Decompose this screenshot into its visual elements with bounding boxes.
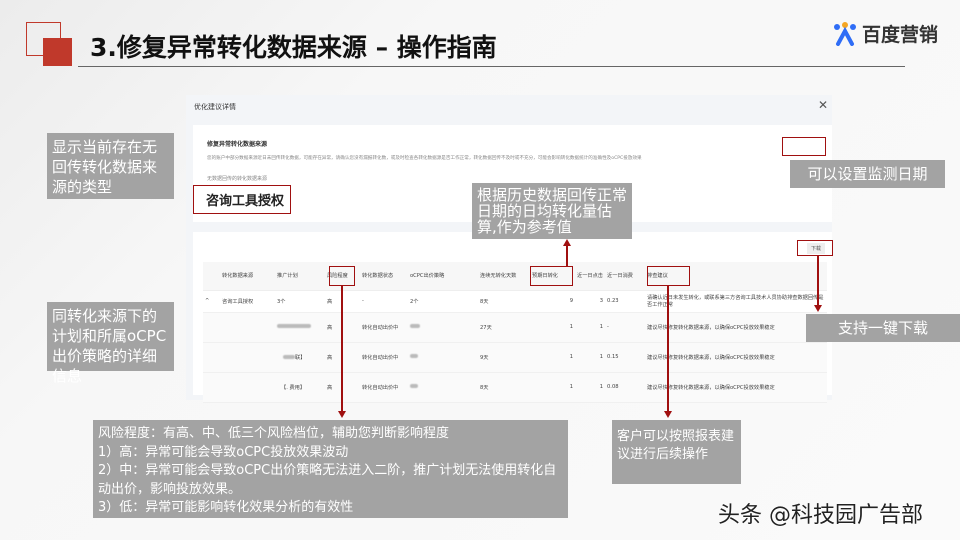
cell-ocpc: 2个 xyxy=(408,290,478,313)
card-title: 修复异常转化数据来源 xyxy=(207,141,268,148)
highlight-download xyxy=(797,240,833,256)
callout-download: 支持一键下载 xyxy=(806,314,960,342)
callout-source-type: 显示当前存在无回传转化数据来源的类型 xyxy=(47,133,174,199)
risk-line: 风险程度：有高、中、低三个风险档位，辅助您判断影响程度 xyxy=(98,426,450,441)
cell-days: 27天 xyxy=(478,312,530,343)
slide-title: 3.修复异常转化数据来源 – 操作指南 xyxy=(90,33,497,62)
table-row: 高 转化自动出价中 27天 1 1 - 建议尽快修复转化数据来源，以确保oCPC… xyxy=(203,312,827,343)
cell-risk: 高 xyxy=(325,312,360,343)
cell-source: 咨询工具授权 xyxy=(220,290,275,313)
suggest-arrow-line xyxy=(667,286,669,412)
close-icon[interactable]: ✕ xyxy=(818,98,828,112)
cell-clicks: 1 xyxy=(575,372,605,403)
cell-status: 转化自动出价中 xyxy=(360,372,408,403)
table-header: 转化数据来源 推广计划 风险程度 转化数据状态 oCPC出价策略 连续无转化天数… xyxy=(203,262,827,291)
arrow-down-icon xyxy=(814,305,822,312)
cell-clicks: 1 xyxy=(575,312,605,343)
col-plan: 推广计划 xyxy=(275,262,325,291)
logo-icon xyxy=(834,21,856,46)
cell-ocpc xyxy=(408,312,478,343)
arrow-up-icon xyxy=(563,239,571,246)
cell-days: 8天 xyxy=(478,290,530,313)
risk-line: 1）高：异常可能会导致oCPC投放效果波动 xyxy=(98,444,349,460)
cell-risk: 高 xyxy=(325,372,360,403)
cell-days: 8天 xyxy=(478,372,530,403)
cell-suggest: 建议尽快修复转化数据来源，以确保oCPC投放效果稳定 xyxy=(645,372,827,403)
cell-spend: 0.08 xyxy=(605,372,645,403)
expected-arrow-line xyxy=(566,245,568,266)
download-arrow-line xyxy=(817,256,819,306)
cell-risk: 高 xyxy=(325,290,360,313)
cell-clicks: 1 xyxy=(575,342,605,373)
cell-spend: 0.23 xyxy=(605,290,645,313)
decor-filled-square xyxy=(43,38,72,66)
highlight-settings xyxy=(782,137,826,156)
cell-status: 转化自动出价中 xyxy=(360,312,408,343)
cell-plan: 3个 xyxy=(275,290,325,313)
col-spend: 近一日消费 xyxy=(605,262,645,291)
risk-arrow-line xyxy=(341,286,343,412)
callout-detail: 同转化来源下的计划和所属oCPC出价策略的详细信息 xyxy=(47,302,174,385)
table-card: 下载 转化数据来源 推广计划 风险程度 转化数据状态 oCPC出价策略 连续无转… xyxy=(193,232,832,403)
cell-plan: 【. 费用】 xyxy=(275,372,325,403)
callout-risk-levels: 风险程度：有高、中、低三个风险档位，辅助您判断影响程度 1）高：异常可能会导致o… xyxy=(93,420,568,518)
cell-expected: 1 xyxy=(530,372,575,403)
cell-ocpc xyxy=(408,342,478,373)
callout-settings: 可以设置监测日期 xyxy=(790,160,945,188)
table-row: ^ 咨询工具授权 3个 高 - 2个 8天 9 3 0.23 请确认近日未发生转… xyxy=(203,290,827,313)
title-divider xyxy=(78,66,905,67)
arrow-down-icon xyxy=(338,411,346,418)
risk-line: 2）中：异常可能会导致oCPC出价策略无法进入二阶，推广计划无法使用转化自动出价… xyxy=(98,463,557,497)
cell-expected: 9 xyxy=(530,290,575,313)
cell-status: 转化自动出价中 xyxy=(360,342,408,373)
source-type-box: 咨询工具授权 xyxy=(193,185,291,214)
data-table: 转化数据来源 推广计划 风险程度 转化数据状态 oCPC出价策略 连续无转化天数… xyxy=(203,262,827,403)
cell-suggest: 建议尽快修复转化数据来源，以确保oCPC投放效果稳定 xyxy=(645,312,827,343)
cell-plan: 联】 xyxy=(275,342,325,373)
arrow-down-icon xyxy=(664,411,672,418)
cell-spend: 0.15 xyxy=(605,342,645,373)
col-status: 转化数据状态 xyxy=(360,262,408,291)
cell-suggest: 建议尽快修复转化数据来源，以确保oCPC投放效果稳定 xyxy=(645,342,827,373)
col-days: 连续无转化天数 xyxy=(478,262,530,291)
cell-status: - xyxy=(360,290,408,313)
cell-plan xyxy=(275,312,325,343)
callout-expected: 根据历史数据回传正常日期的日均转化量估算,作为参考值 xyxy=(472,183,632,239)
table-row: 【. 费用】 高 转化自动出价中 8天 1 1 0.08 建议尽快修复转化数据来… xyxy=(203,372,827,403)
panel-title: 优化建议详情 xyxy=(194,103,236,111)
highlight-suggest xyxy=(647,266,690,286)
cell-suggest: 请确认近日未发生转化，或联系第三方咨询工具技术人员协助排查数据回传是否工作正常 xyxy=(645,290,827,313)
baidu-marketing-logo: 百度营销 xyxy=(832,20,938,47)
risk-line: 3）低：异常可能影响转化效果分析的有效性 xyxy=(98,500,354,515)
highlight-expected xyxy=(530,266,573,286)
cell-expected: 1 xyxy=(530,312,575,343)
col-ocpc: oCPC出价策略 xyxy=(408,262,478,291)
optimization-detail-panel: 优化建议详情 ✕ 修复异常转化数据来源 您的账户中部分数据来源近日未回传转化数据… xyxy=(186,95,832,403)
highlight-risk xyxy=(329,266,355,286)
cell-spend: - xyxy=(605,312,645,343)
sub-label: 无数据回传的转化数据来源 xyxy=(207,176,268,182)
cell-risk: 高 xyxy=(325,342,360,373)
cell-clicks: 3 xyxy=(575,290,605,313)
cell-expected: 1 xyxy=(530,342,575,373)
col-clicks: 近一日点击 xyxy=(575,262,605,291)
collapse-icon[interactable]: ^ xyxy=(203,290,220,313)
cell-ocpc xyxy=(408,372,478,403)
table-row: 联】 高 转化自动出价中 9天 1 1 0.15 建议尽快修复转化数据来源，以确… xyxy=(203,342,827,373)
watermark: 头条 @科技园广告部 xyxy=(718,503,923,528)
callout-suggest: 客户可以按照报表建议进行后续操作 xyxy=(612,420,741,484)
col-source: 转化数据来源 xyxy=(220,262,275,291)
cell-days: 9天 xyxy=(478,342,530,373)
card-description: 您的账户中部分数据来源近日未回传转化数据，可能存在异常，请确认您没有漏报转化数，… xyxy=(207,156,642,161)
